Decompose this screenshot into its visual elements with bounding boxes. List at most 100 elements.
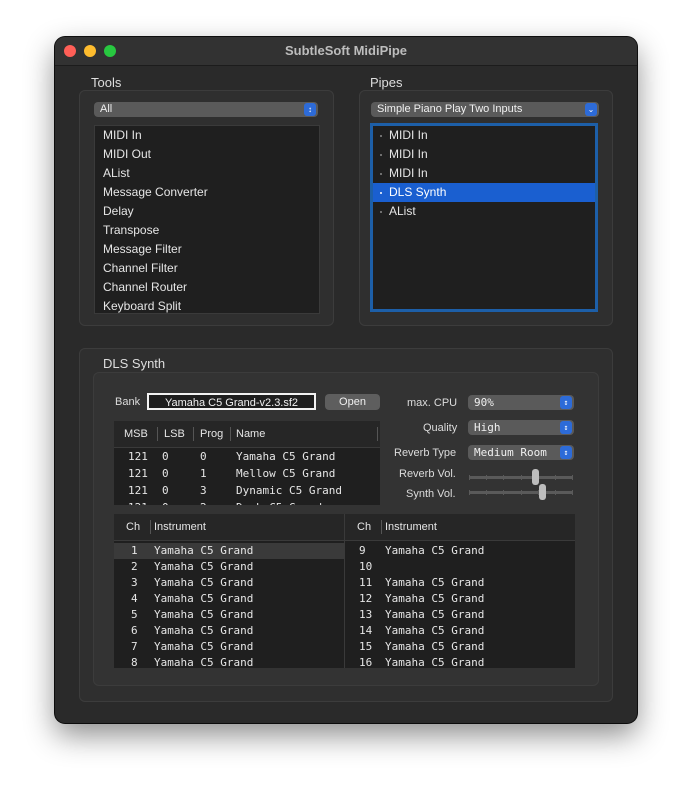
channel-row[interactable]: 9 Yamaha C5 Grand xyxy=(345,543,575,559)
channel-number: 8 xyxy=(131,656,138,668)
tool-item[interactable]: AList xyxy=(95,164,319,183)
col-name: Name xyxy=(236,428,266,440)
channel-number: 4 xyxy=(131,592,138,605)
channel-instrument: Yamaha C5 Grand xyxy=(385,592,485,605)
max-cpu-label: max. CPU xyxy=(407,397,458,409)
quality-popup[interactable]: High ↕ xyxy=(468,420,574,435)
pipe-item-label: MIDI In xyxy=(389,147,428,161)
max-cpu-popup[interactable]: 90% ↕ xyxy=(468,395,574,410)
tool-item[interactable]: Channel Router xyxy=(95,278,319,297)
bank-table-row[interactable]: 121 0 1 Mellow C5 Grand xyxy=(114,466,380,482)
pipe-item-label: MIDI In xyxy=(389,128,428,142)
pipe-select-value: Simple Piano Play Two Inputs xyxy=(377,103,523,115)
pipe-select-popup[interactable]: Simple Piano Play Two Inputs ⌄ xyxy=(371,102,599,117)
channel-instrument: Yamaha C5 Grand xyxy=(154,592,254,605)
channel-row[interactable]: 15 Yamaha C5 Grand xyxy=(345,639,575,655)
tool-item[interactable]: MIDI In xyxy=(95,126,319,145)
channel-row[interactable]: 2 Yamaha C5 Grand xyxy=(114,559,344,575)
bank-cell: 1 xyxy=(200,467,207,480)
dls-title: DLS Synth xyxy=(103,356,166,371)
channel-row[interactable]: 4 Yamaha C5 Grand xyxy=(114,591,344,607)
channel-number: 15 xyxy=(359,640,373,653)
pipe-item-label: DLS Synth xyxy=(389,185,447,199)
synth-vol-slider[interactable] xyxy=(469,484,573,500)
tool-item[interactable]: Message Filter xyxy=(95,240,319,259)
bank-cell: 0 xyxy=(162,484,169,497)
reverb-type-popup[interactable]: Medium Room ↕ xyxy=(468,445,574,460)
bullet-icon xyxy=(380,173,382,175)
tools-label: Tools xyxy=(91,75,122,90)
col-prog: Prog xyxy=(200,428,224,440)
bullet-icon xyxy=(380,192,382,194)
pipe-item[interactable]: MIDI In xyxy=(373,126,595,145)
channel-row[interactable]: 13 Yamaha C5 Grand xyxy=(345,607,575,623)
channel-number: 5 xyxy=(131,608,138,621)
reverb-vol-label: Reverb Vol. xyxy=(399,468,456,480)
channel-instrument: Yamaha C5 Grand xyxy=(385,608,485,621)
pipe-item[interactable]: AList xyxy=(373,202,595,221)
bank-cell: Mellow C5 Grand xyxy=(236,467,336,480)
bullet-icon xyxy=(380,135,382,137)
channel-number: 16 xyxy=(359,656,373,668)
channel-row[interactable]: 5 Yamaha C5 Grand xyxy=(114,607,344,623)
channel-row[interactable]: 7 Yamaha C5 Grand xyxy=(114,639,344,655)
channel-row[interactable]: 3 Yamaha C5 Grand xyxy=(114,575,344,591)
channel-table[interactable]: Ch Instrument Ch Instrument 1 Yamaha C5 G… xyxy=(114,514,575,668)
open-button[interactable]: Open xyxy=(325,394,380,410)
bank-field[interactable]: Yamaha C5 Grand-v2.3.sf2 xyxy=(147,393,316,410)
channel-row[interactable]: 11 Yamaha C5 Grand xyxy=(345,575,575,591)
channel-row[interactable]: 14 Yamaha C5 Grand xyxy=(345,623,575,639)
bank-cell: 121 xyxy=(128,467,148,480)
bank-table[interactable]: MSB LSB Prog Name 121 0 0 Yamaha C5 Grand 12… xyxy=(114,421,380,505)
channel-instrument: Yamaha C5 Grand xyxy=(154,656,254,668)
tools-filter-value: All xyxy=(100,103,113,115)
bank-cell: 121 xyxy=(128,500,148,505)
slider-knob[interactable] xyxy=(539,484,546,500)
channel-number: 11 xyxy=(359,576,373,589)
slider-knob[interactable] xyxy=(532,469,539,485)
col-msb: MSB xyxy=(124,428,148,440)
channel-row[interactable]: 10 xyxy=(345,559,575,575)
tools-filter-popup[interactable]: All ↕ xyxy=(94,102,318,117)
bank-table-row[interactable]: 121 0 0 Yamaha C5 Grand xyxy=(114,449,380,465)
channel-instrument: Yamaha C5 Grand xyxy=(154,560,254,573)
bank-cell: 121 xyxy=(128,450,148,463)
tool-item[interactable]: Channel Filter xyxy=(95,259,319,278)
pipe-item[interactable]: MIDI In xyxy=(373,164,595,183)
chevron-updown-icon: ↕ xyxy=(560,396,572,409)
bank-cell: 0 xyxy=(162,500,169,505)
max-cpu-value: 90% xyxy=(474,396,494,409)
tools-list[interactable]: MIDI In MIDI Out AList Message Converter Del… xyxy=(94,125,320,314)
pipes-list[interactable]: MIDI In MIDI In MIDI In DLS Synth AList xyxy=(370,123,598,312)
tool-item[interactable]: Keyboard Split xyxy=(95,297,319,313)
channel-row[interactable]: 8 Yamaha C5 Grand xyxy=(114,655,344,668)
pipes-label: Pipes xyxy=(370,75,403,90)
quality-label: Quality xyxy=(423,422,458,434)
tool-item[interactable]: Delay xyxy=(95,202,319,221)
bank-cell: 2 xyxy=(200,500,207,505)
pipe-item[interactable]: MIDI In xyxy=(373,145,595,164)
pipe-item-label: MIDI In xyxy=(389,166,428,180)
tool-item[interactable]: Transpose xyxy=(95,221,319,240)
bank-table-row[interactable]: 121 0 2 Dark C5 Grand xyxy=(114,500,380,505)
chevron-down-icon: ⌄ xyxy=(585,103,597,116)
bank-table-row[interactable]: 121 0 3 Dynamic C5 Grand xyxy=(114,483,380,499)
channel-number: 10 xyxy=(359,560,373,573)
channel-row[interactable]: 16 Yamaha C5 Grand xyxy=(345,655,575,668)
bank-cell: 3 xyxy=(200,484,207,497)
channel-row[interactable]: 1 Yamaha C5 Grand xyxy=(114,543,344,559)
channel-instrument: Yamaha C5 Grand xyxy=(385,576,485,589)
col-instrument-right: Instrument xyxy=(385,521,437,533)
bank-cell: 0 xyxy=(200,450,207,463)
col-instrument-left: Instrument xyxy=(154,521,206,533)
chevron-updown-icon: ↕ xyxy=(560,421,572,434)
tool-item[interactable]: MIDI Out xyxy=(95,145,319,164)
channel-number: 12 xyxy=(359,592,373,605)
pipe-item[interactable]: DLS Synth xyxy=(373,183,595,202)
channel-row[interactable]: 12 Yamaha C5 Grand xyxy=(345,591,575,607)
reverb-vol-slider[interactable] xyxy=(469,469,573,485)
bank-table-header: MSB LSB Prog Name xyxy=(114,421,380,448)
app-window: SubtleSoft MidiPipe Tools All ↕ MIDI In M… xyxy=(55,37,637,723)
tool-item[interactable]: Message Converter xyxy=(95,183,319,202)
channel-row[interactable]: 6 Yamaha C5 Grand xyxy=(114,623,344,639)
